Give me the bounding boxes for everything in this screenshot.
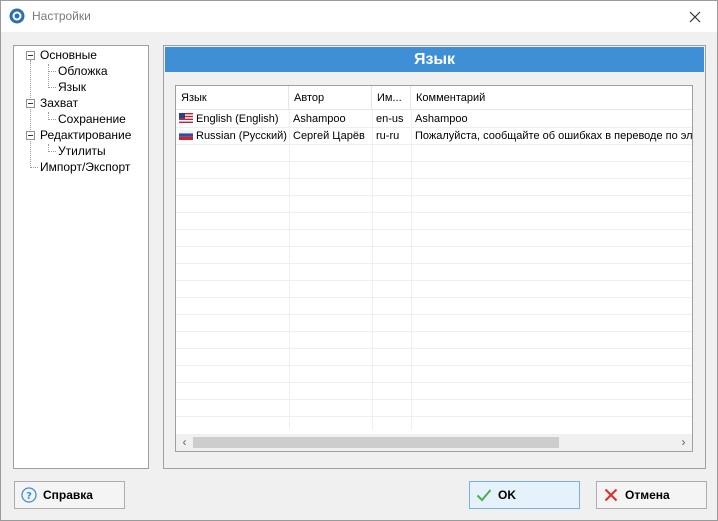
tree-connector [48,64,49,86]
tree-item-osnovnye[interactable]: Основные [38,47,99,63]
collapse-icon[interactable] [26,51,35,60]
scroll-left-icon[interactable]: ‹ [176,434,193,451]
tree-item-import-export[interactable]: Импорт/Экспорт [38,159,132,175]
tree-item-zakhvat[interactable]: Захват [38,95,80,111]
collapse-icon[interactable] [26,99,35,108]
panel-title: Язык [165,47,704,72]
tree-connector [48,71,56,72]
tree-item-label: Редактирование [40,128,132,142]
grid-line [176,280,692,281]
grid-line [176,348,692,349]
grid-line [176,263,692,264]
tree-connector [48,151,56,152]
language-name: English (English) [196,113,279,125]
grid-line [176,195,692,196]
cancel-button[interactable]: Отмена [596,481,707,509]
settings-tree: Основные Обложка Язык Захват Сохранение … [13,45,149,469]
close-icon [689,11,701,22]
list-header: Язык Автор Им... Комментарий [176,86,692,110]
settings-window: Настройки Основные Обложка Язык Захват С… [0,0,718,521]
column-header-name[interactable]: Им... [372,86,411,110]
grid-line [176,314,692,315]
cell-comment: Ashampoo [415,113,468,125]
tree-connector [30,60,31,166]
cell-language: Russian (Русский) [176,128,289,145]
cross-icon [603,487,619,503]
tree-item-redaktirovanie[interactable]: Редактирование [38,127,133,143]
check-icon [476,487,492,503]
grid-line [176,365,692,366]
language-name: Russian (Русский) [196,130,287,142]
tree-item-utility[interactable]: Утилиты [56,143,108,159]
grid-line [176,161,692,162]
scroll-right-icon[interactable]: › [675,434,692,451]
cell-code: ru-ru [376,130,400,142]
cell-language: English (English) [176,111,289,128]
tree-item-label: Основные [40,48,97,62]
tree-item-sokhranenie[interactable]: Сохранение [56,111,128,127]
tree-item-label: Утилиты [58,144,106,158]
tree-item-yazyk[interactable]: Язык [56,79,89,95]
cell-author: Ashampoo [293,113,346,125]
column-header-author[interactable]: Автор [289,86,372,110]
cell-code: en-us [376,113,404,125]
help-icon: ? [21,487,37,503]
help-button[interactable]: ? Справка [14,481,125,509]
tree-item-label: Язык [56,80,89,94]
us-flag-icon [179,113,193,123]
tree-item-label: Импорт/Экспорт [40,160,131,174]
grid-line [176,382,692,383]
grid-line [176,178,692,179]
ok-button[interactable]: OK [469,481,580,509]
grid-line [176,331,692,332]
scrollbar-thumb[interactable] [193,437,559,448]
app-logo-icon [9,8,25,24]
list-row[interactable]: Russian (Русский) Сергей Царёв ru-ru Пож… [176,128,692,145]
horizontal-scrollbar[interactable]: ‹ › [176,434,692,451]
svg-text:?: ? [26,491,32,502]
column-header-language[interactable]: Язык [176,86,289,110]
tree-connector [30,167,38,168]
grid-line [176,416,692,417]
column-header-comment[interactable]: Комментарий [411,86,692,110]
tree-item-label: Сохранение [58,112,126,126]
title-bar: Настройки [1,1,717,32]
ru-flag-icon [179,130,193,140]
cancel-button-label: Отмена [625,488,670,502]
tree-connector [48,119,56,120]
collapse-icon[interactable] [26,131,35,140]
tree-item-label: Захват [40,96,79,110]
grid-line [176,246,692,247]
ok-button-label: OK [498,488,516,502]
tree-item-label: Обложка [58,64,108,78]
grid-line [176,297,692,298]
grid-line [176,212,692,213]
cell-comment: Пожалуйста, сообщайте об ошибках в перев… [415,130,692,142]
tree-item-oblozhka[interactable]: Обложка [56,63,110,79]
list-row[interactable]: English (English) Ashampoo en-us Ashampo… [176,111,692,128]
tree-connector [48,87,56,88]
help-button-label: Справка [43,488,93,502]
grid-line [176,399,692,400]
language-list[interactable]: Язык Автор Им... Комментарий English (En… [175,85,693,452]
close-button[interactable] [673,1,717,32]
window-title: Настройки [32,9,91,23]
grid-line [176,229,692,230]
language-panel: Язык Язык Автор Им... Комментарий Englis… [163,45,706,469]
cell-author: Сергей Царёв [293,130,365,142]
